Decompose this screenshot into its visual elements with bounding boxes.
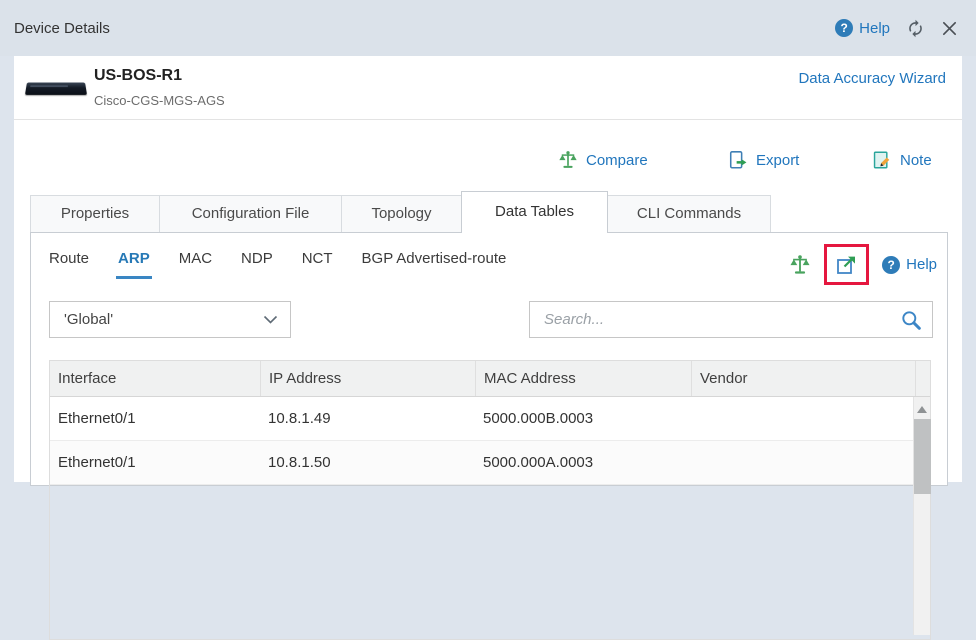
search-box — [529, 301, 933, 338]
column-header-vendor: Vendor — [691, 361, 915, 396]
cell-interface: Ethernet0/1 — [50, 397, 260, 440]
device-details-dialog: US-BOS-R1 Cisco-CGS-MGS-AGS Data Accurac… — [14, 56, 962, 482]
column-header-spacer — [915, 361, 930, 396]
table-row: Ethernet0/1 10.8.1.49 5000.000B.0003 — [50, 397, 930, 441]
table-help-icon: ? — [882, 256, 900, 274]
device-model: Cisco-CGS-MGS-AGS — [94, 93, 225, 108]
tab-data-tables[interactable]: Data Tables — [461, 191, 608, 233]
cell-interface: Ethernet0/1 — [50, 441, 260, 484]
tab-cli-commands[interactable]: CLI Commands — [607, 195, 771, 232]
data-table-subtabs: Route ARP MAC NDP NCT BGP Advertised-rou… — [49, 250, 506, 267]
data-accuracy-wizard-link[interactable]: Data Accuracy Wizard — [798, 70, 946, 87]
subtab-nct[interactable]: NCT — [302, 250, 333, 267]
column-header-interface: Interface — [50, 361, 260, 396]
chevron-down-icon — [263, 315, 278, 324]
note-icon — [872, 150, 892, 170]
close-icon[interactable] — [941, 20, 958, 37]
table-help-button[interactable]: ? Help — [882, 256, 937, 274]
tab-topology[interactable]: Topology — [341, 195, 462, 232]
open-in-new-window-icon[interactable] — [835, 253, 858, 276]
subtab-arp[interactable]: ARP — [118, 250, 150, 267]
highlight-red-box — [824, 244, 869, 285]
tab-configuration-file[interactable]: Configuration File — [159, 195, 342, 232]
arp-table-header: Interface IP Address MAC Address Vendor — [50, 361, 930, 397]
cell-mac-address: 5000.000A.0003 — [475, 441, 691, 484]
subtab-mac[interactable]: MAC — [179, 250, 212, 267]
help-label: Help — [859, 20, 890, 37]
scrollbar-up-arrow-icon[interactable] — [917, 406, 927, 413]
table-vertical-scrollbar[interactable] — [913, 397, 930, 635]
help-button[interactable]: ? Help — [835, 19, 890, 37]
tab-properties[interactable]: Properties — [30, 195, 160, 232]
scrollbar-thumb[interactable] — [914, 419, 931, 494]
refresh-icon[interactable] — [906, 19, 925, 38]
column-header-mac-address: MAC Address — [475, 361, 691, 396]
scope-dropdown-value: 'Global' — [64, 311, 113, 328]
note-label: Note — [900, 152, 932, 169]
cell-ip-address: 10.8.1.49 — [260, 397, 475, 440]
data-tables-panel: Route ARP MAC NDP NCT BGP Advertised-rou… — [30, 232, 948, 486]
note-button[interactable]: Note — [872, 150, 932, 170]
export-button[interactable]: Export — [728, 150, 799, 170]
cell-ip-address: 10.8.1.50 — [260, 441, 475, 484]
device-header: US-BOS-R1 Cisco-CGS-MGS-AGS Data Accurac… — [14, 56, 962, 120]
arp-table: Interface IP Address MAC Address Vendor … — [49, 360, 931, 640]
router-device-image — [25, 83, 87, 95]
scope-dropdown[interactable]: 'Global' — [49, 301, 291, 338]
compare-button[interactable]: Compare — [558, 150, 648, 170]
table-row: Ethernet0/1 10.8.1.50 5000.000A.0003 — [50, 441, 930, 485]
scales-icon — [558, 150, 578, 170]
table-help-label: Help — [906, 256, 937, 273]
subtab-route[interactable]: Route — [49, 250, 89, 267]
column-header-ip-address: IP Address — [260, 361, 475, 396]
compare-label: Compare — [586, 152, 648, 169]
arp-table-body: Ethernet0/1 10.8.1.49 5000.000B.0003 Eth… — [50, 397, 930, 485]
subtab-bgp-advertised-route[interactable]: BGP Advertised-route — [362, 250, 507, 267]
compare-table-icon[interactable] — [789, 254, 811, 276]
search-input[interactable] — [544, 311, 900, 328]
device-name: US-BOS-R1 — [94, 67, 182, 85]
help-icon: ? — [835, 19, 853, 37]
export-icon — [728, 150, 748, 170]
cell-mac-address: 5000.000B.0003 — [475, 397, 691, 440]
cell-vendor — [691, 441, 930, 484]
dialog-title: Device Details — [14, 20, 110, 37]
dialog-titlebar: Device Details ? Help — [0, 0, 976, 56]
export-label: Export — [756, 152, 799, 169]
cell-vendor — [691, 397, 930, 440]
search-icon[interactable] — [900, 309, 922, 331]
subtab-ndp[interactable]: NDP — [241, 250, 273, 267]
